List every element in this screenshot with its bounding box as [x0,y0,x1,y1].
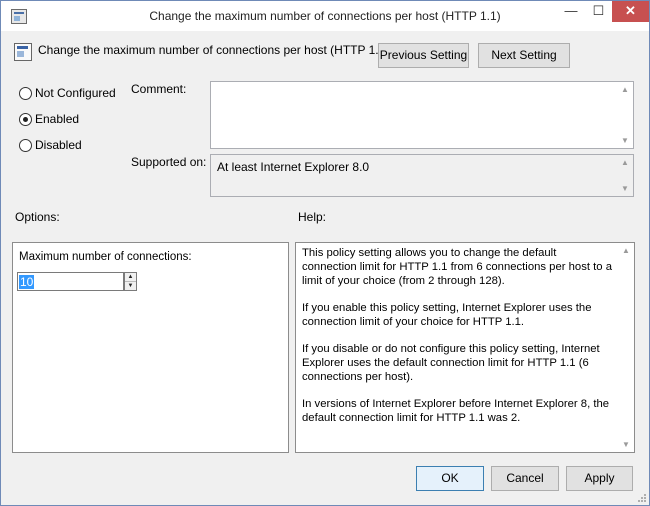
ok-button[interactable]: OK [416,466,484,491]
supported-scrollbar[interactable]: ▲ ▼ [617,155,633,196]
max-connections-label: Maximum number of connections: [19,251,192,263]
comment-label: Comment: [131,82,187,96]
cancel-button[interactable]: Cancel [491,466,559,491]
help-paragraph: In versions of Internet Explorer before … [302,398,610,424]
policy-setting-icon [14,43,32,61]
help-paragraph: If you enable this policy setting, Inter… [302,302,592,328]
radio-label: Disabled [35,138,82,152]
maximize-button[interactable]: ☐ [585,1,612,22]
help-paragraph: If you disable or do not configure this … [302,343,600,383]
spin-down-icon[interactable]: ▼ [125,282,136,290]
max-connections-value: 10 [19,275,35,289]
options-heading: Options: [15,210,60,224]
help-panel: This policy setting allows you to change… [295,242,635,453]
options-panel: Maximum number of connections: 10 ▲ ▼ [12,242,289,453]
apply-button[interactable]: Apply [566,466,633,491]
max-connections-spinner[interactable]: ▲ ▼ [124,272,137,291]
policy-dialog-window: Change the maximum number of connections… [0,0,650,506]
radio-label: Enabled [35,112,80,126]
help-heading: Help: [298,210,327,224]
spin-up-icon[interactable]: ▲ [125,273,136,282]
comment-scrollbar[interactable]: ▲ ▼ [617,82,633,148]
radio-button[interactable] [19,87,32,100]
radio-button[interactable] [19,113,32,126]
scroll-down-icon[interactable]: ▼ [618,440,634,449]
window-title: Change the maximum number of connections… [149,9,501,23]
previous-setting-button[interactable]: Previous Setting [378,43,469,68]
help-scrollbar[interactable]: ▲ ▼ [618,243,634,452]
next-setting-button[interactable]: Next Setting [478,43,570,68]
radio-label: Not Configured [35,86,116,100]
radio-button[interactable] [19,139,32,152]
scroll-down-icon[interactable]: ▼ [617,136,633,145]
close-button[interactable]: ✕ [612,1,649,22]
help-paragraph: This policy setting allows you to change… [302,247,612,287]
supported-on-field: At least Internet Explorer 8.0 ▲ ▼ [210,154,634,197]
help-content: This policy setting allows you to change… [302,246,614,438]
scroll-up-icon[interactable]: ▲ [617,85,633,94]
minimize-button[interactable]: — [557,1,585,22]
title-bar[interactable]: Change the maximum number of connections… [1,1,649,31]
max-connections-input[interactable]: 10 [17,272,124,291]
scroll-up-icon[interactable]: ▲ [618,246,634,255]
resize-grip-icon[interactable] [637,493,647,503]
supported-on-value: At least Internet Explorer 8.0 [217,160,370,174]
supported-on-label: Supported on: [131,155,207,169]
setting-title: Change the maximum number of connections… [38,43,390,57]
scroll-up-icon[interactable]: ▲ [617,158,633,167]
comment-textarea[interactable]: ▲ ▼ [210,81,634,149]
scroll-down-icon[interactable]: ▼ [617,184,633,193]
